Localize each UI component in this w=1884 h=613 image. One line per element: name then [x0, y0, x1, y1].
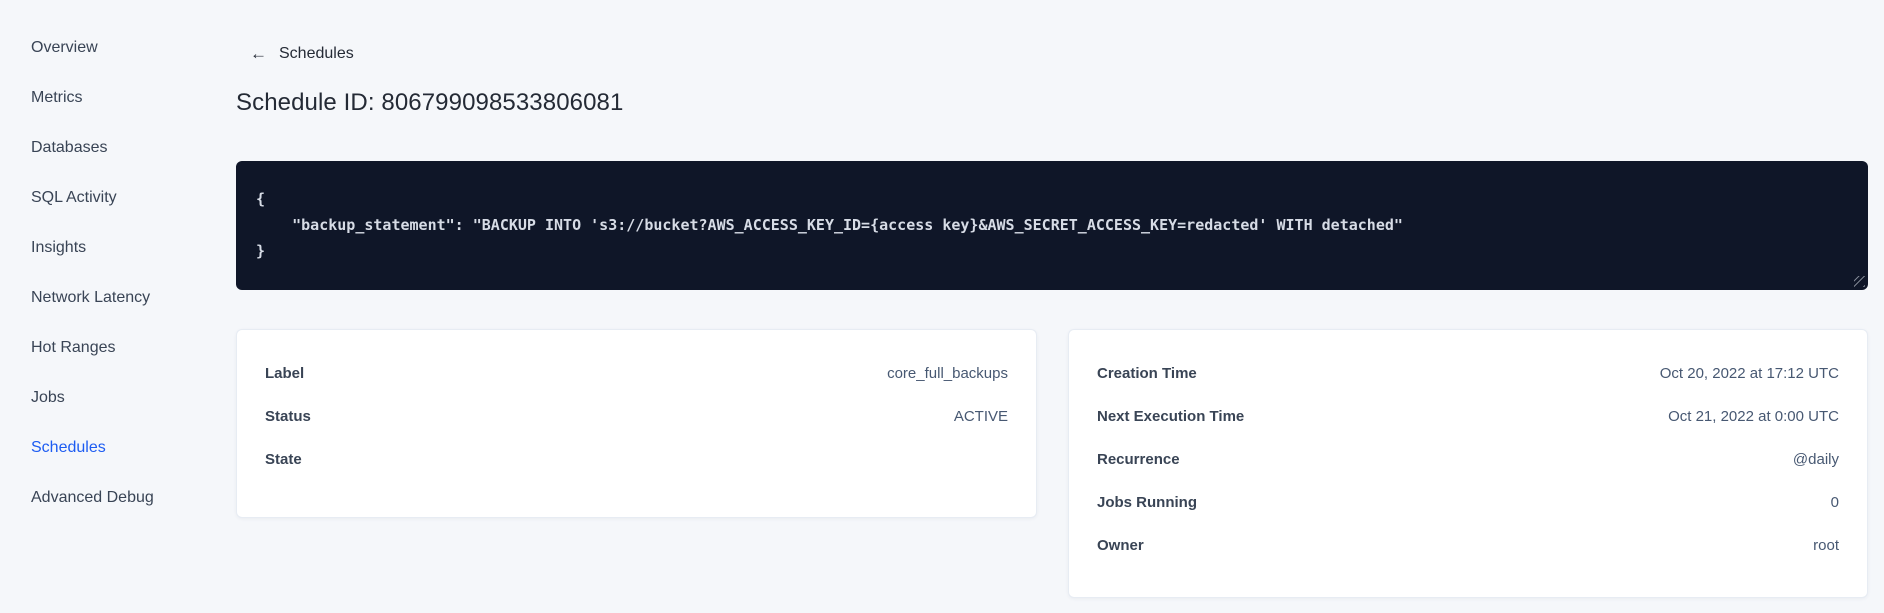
- detail-row-recurrence: Recurrence @daily: [1097, 438, 1839, 481]
- sidebar-item-overview[interactable]: Overview: [0, 23, 236, 73]
- back-arrow-icon: ←: [250, 44, 267, 63]
- code-line: "backup_statement": "BACKUP INTO 's3://b…: [256, 216, 1403, 234]
- row-value: ACTIVE: [953, 408, 1008, 425]
- row-value: Oct 21, 2022 at 0:00 UTC: [1668, 408, 1839, 425]
- sidebar-item-schedules[interactable]: Schedules: [0, 423, 236, 473]
- detail-row-jobs-running: Jobs Running 0: [1097, 481, 1839, 524]
- schedule-summary-card: Label core_full_backups Status ACTIVE St…: [236, 329, 1037, 518]
- row-label: State: [265, 451, 302, 468]
- sidebar-item-sql-activity[interactable]: SQL Activity: [0, 173, 236, 223]
- code-line: {: [256, 190, 266, 208]
- back-link-label: Schedules: [279, 45, 354, 62]
- schedule-timing-card: Creation Time Oct 20, 2022 at 17:12 UTC …: [1068, 329, 1868, 598]
- row-label: Creation Time: [1097, 365, 1197, 382]
- detail-row-owner: Owner root: [1097, 524, 1839, 567]
- row-value: root: [1813, 537, 1839, 554]
- detail-cards: Label core_full_backups Status ACTIVE St…: [236, 329, 1868, 598]
- row-label: Jobs Running: [1097, 494, 1197, 511]
- detail-row-next-execution-time: Next Execution Time Oct 21, 2022 at 0:00…: [1097, 395, 1839, 438]
- code-line: }: [256, 242, 266, 260]
- row-label: Next Execution Time: [1097, 408, 1245, 425]
- detail-row-creation-time: Creation Time Oct 20, 2022 at 17:12 UTC: [1097, 352, 1839, 395]
- page-title: Schedule ID: 806799098533806081: [236, 89, 624, 116]
- main-content: ← Schedules Schedule ID: 806799098533806…: [236, 0, 1884, 613]
- back-to-schedules-link[interactable]: ← Schedules: [250, 44, 354, 64]
- detail-row-label: Label core_full_backups: [265, 352, 1008, 395]
- sidebar-item-metrics[interactable]: Metrics: [0, 73, 236, 123]
- row-value: Oct 20, 2022 at 17:12 UTC: [1659, 365, 1839, 382]
- row-label: Owner: [1097, 537, 1144, 554]
- row-label: Label: [265, 365, 305, 382]
- row-label: Status: [265, 408, 311, 425]
- detail-row-state: State: [265, 438, 1008, 481]
- sidebar-item-databases[interactable]: Databases: [0, 123, 236, 173]
- app-layout: Overview Metrics Databases SQL Activity …: [0, 0, 1884, 613]
- sidebar: Overview Metrics Databases SQL Activity …: [0, 0, 236, 613]
- schedule-body-code-block: { "backup_statement": "BACKUP INTO 's3:/…: [236, 161, 1868, 290]
- row-label: Recurrence: [1097, 451, 1180, 468]
- sidebar-item-insights[interactable]: Insights: [0, 223, 236, 273]
- sidebar-item-network-latency[interactable]: Network Latency: [0, 273, 236, 323]
- sidebar-item-hot-ranges[interactable]: Hot Ranges: [0, 323, 236, 373]
- row-value: @daily: [1792, 451, 1839, 468]
- sidebar-item-jobs[interactable]: Jobs: [0, 373, 236, 423]
- sidebar-item-advanced-debug[interactable]: Advanced Debug: [0, 473, 236, 523]
- detail-row-status: Status ACTIVE: [265, 395, 1008, 438]
- row-value: core_full_backups: [887, 365, 1008, 382]
- row-value: 0: [1830, 494, 1839, 511]
- resize-grip-icon[interactable]: [1854, 276, 1865, 287]
